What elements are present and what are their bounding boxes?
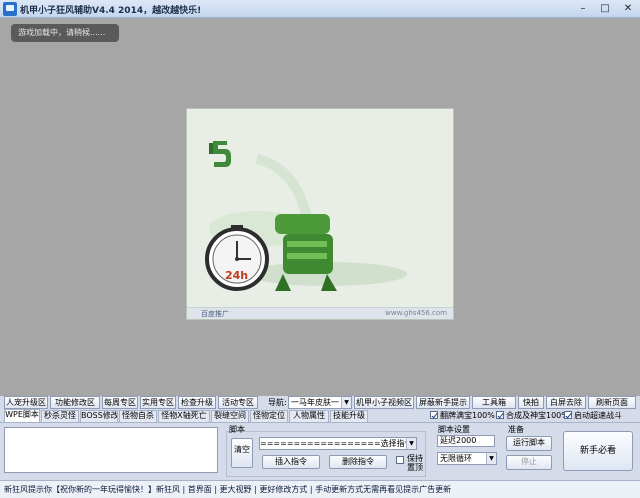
ad-banner[interactable]: 24h 百度推广 www.ghs456.com <box>186 108 454 320</box>
delay-input[interactable]: 延迟2000 <box>437 435 495 447</box>
synthesis-label: 合成及神宝100% <box>506 411 569 420</box>
skin-select[interactable]: 一马年皮肤一 ▼ <box>288 396 352 409</box>
tab-wpe-script[interactable]: WPE脚本 <box>4 409 40 422</box>
nav-label: 导航: <box>268 398 287 407</box>
nav-events-button[interactable]: 活动专区 <box>218 396 258 409</box>
tab-bar: WPE脚本 秒杀灵怪 BOSS修改 怪物自杀 怪物X轴死亡 裂缝空间 怪物定位 … <box>0 409 640 422</box>
checkbox-icon <box>396 456 404 464</box>
command-select[interactable]: ==================选择指令================= … <box>259 437 417 450</box>
nav-bar: 人宠升级区 功能修改区 每周专区 实用专区 检查升级 活动专区 导航: 一马年皮… <box>0 396 640 409</box>
chevron-down-icon: ▼ <box>406 438 416 449</box>
tab-monster-x-death[interactable]: 怪物X轴死亡 <box>158 410 210 422</box>
synthesis-checkbox[interactable]: 合成及神宝100% <box>496 410 569 422</box>
app-icon <box>3 2 17 16</box>
skin-select-value: 一马年皮肤一 <box>291 398 339 407</box>
command-select-value: ==================选择指令================= <box>260 439 416 448</box>
tab-boss-mod[interactable]: BOSS修改 <box>80 410 118 422</box>
ad-logo-icon <box>209 141 231 167</box>
nav-toolbox-button[interactable]: 工具箱 <box>472 396 516 409</box>
nav-utility-button[interactable]: 实用专区 <box>140 396 176 409</box>
tab-monster-suicide[interactable]: 怪物自杀 <box>119 410 157 422</box>
tab-instant-kill[interactable]: 秒杀灵怪 <box>41 410 79 422</box>
loading-message: 游戏加载中，请稍候...... <box>11 24 119 42</box>
keep-on-top-label: 保持置顶 <box>407 454 423 472</box>
clear-button[interactable]: 清空 <box>231 438 253 468</box>
title-bar: 机甲小子狂风辅助V4.4 2014，越改越快乐! – □ ✕ <box>0 0 640 18</box>
nav-check-update-button[interactable]: 检查升级 <box>178 396 216 409</box>
stop-button[interactable]: 停止 <box>506 455 552 470</box>
insert-command-button[interactable]: 插入指令 <box>262 455 320 469</box>
ad-clock-text: 24h <box>225 269 248 282</box>
nav-hide-tips-button[interactable]: 屏蔽新手提示 <box>416 396 470 409</box>
loop-select[interactable]: 无限循环 ▼ <box>437 452 497 465</box>
nav-white-screen-button[interactable]: 白屏去除 <box>546 396 586 409</box>
ad-url[interactable]: www.ghs456.com <box>385 309 447 317</box>
maximize-button[interactable]: □ <box>595 0 615 17</box>
nav-snapshot-button[interactable]: 快拍 <box>518 396 544 409</box>
tab-rift-space[interactable]: 裂缝空间 <box>211 410 249 422</box>
tab-monster-locate[interactable]: 怪物定位 <box>250 410 288 422</box>
speed-battle-label: 启动超速战斗 <box>574 411 622 420</box>
checkbox-icon <box>430 411 438 419</box>
flip-treasure-checkbox[interactable]: 翻牌满宝100% <box>430 410 495 422</box>
close-button[interactable]: ✕ <box>616 0 640 17</box>
checkbox-icon <box>496 411 504 419</box>
chevron-down-icon: ▼ <box>341 397 351 408</box>
ready-legend: 准备 <box>508 425 524 434</box>
ad-footer: 百度推广 www.ghs456.com <box>187 307 453 319</box>
ad-label: 百度推广 <box>201 310 229 318</box>
flip-treasure-label: 翻牌满宝100% <box>440 411 495 420</box>
script-textarea[interactable] <box>4 427 218 473</box>
speed-battle-checkbox[interactable]: 启动超速战斗 <box>564 410 622 422</box>
minimize-button[interactable]: – <box>573 0 593 17</box>
nav-pet-level-button[interactable]: 人宠升级区 <box>4 396 48 409</box>
nav-feature-mod-button[interactable]: 功能修改区 <box>50 396 100 409</box>
nav-refresh-button[interactable]: 刷新页面 <box>588 396 636 409</box>
chevron-down-icon: ▼ <box>486 453 496 464</box>
game-viewport[interactable]: 游戏加载中，请稍候...... 24h 百度推广 www.ghs456.com <box>0 18 640 396</box>
wpe-script-panel: 脚本 清空 ==================选择指令============… <box>0 422 640 480</box>
newbie-guide-button[interactable]: 新手必看 <box>563 431 633 471</box>
loop-select-value: 无限循环 <box>440 454 472 463</box>
status-ticker: 新狂风提示你【祝你新的一年玩得愉快！】新狂风 | 首界面 | 更大视野 | 更好… <box>0 480 640 498</box>
ad-artwork: 24h <box>205 141 407 291</box>
checkbox-icon <box>564 411 572 419</box>
run-script-button[interactable]: 运行脚本 <box>506 436 552 451</box>
script-group-legend: 脚本 <box>229 425 245 434</box>
ticker-text: 新狂风提示你【祝你新的一年玩得愉快！】新狂风 | 首界面 | 更大视野 | 更好… <box>4 485 452 494</box>
tab-skill-upgrade[interactable]: 技能升级 <box>330 410 368 422</box>
nav-weekly-button[interactable]: 每周专区 <box>102 396 138 409</box>
delete-command-button[interactable]: 删除指令 <box>329 455 387 469</box>
nav-video-button[interactable]: 机甲小子视频区 <box>354 396 414 409</box>
tab-character-attributes[interactable]: 人物属性 <box>289 410 329 422</box>
window-title: 机甲小子狂风辅助V4.4 2014，越改越快乐! <box>20 6 202 16</box>
settings-legend: 脚本设置 <box>438 425 470 434</box>
